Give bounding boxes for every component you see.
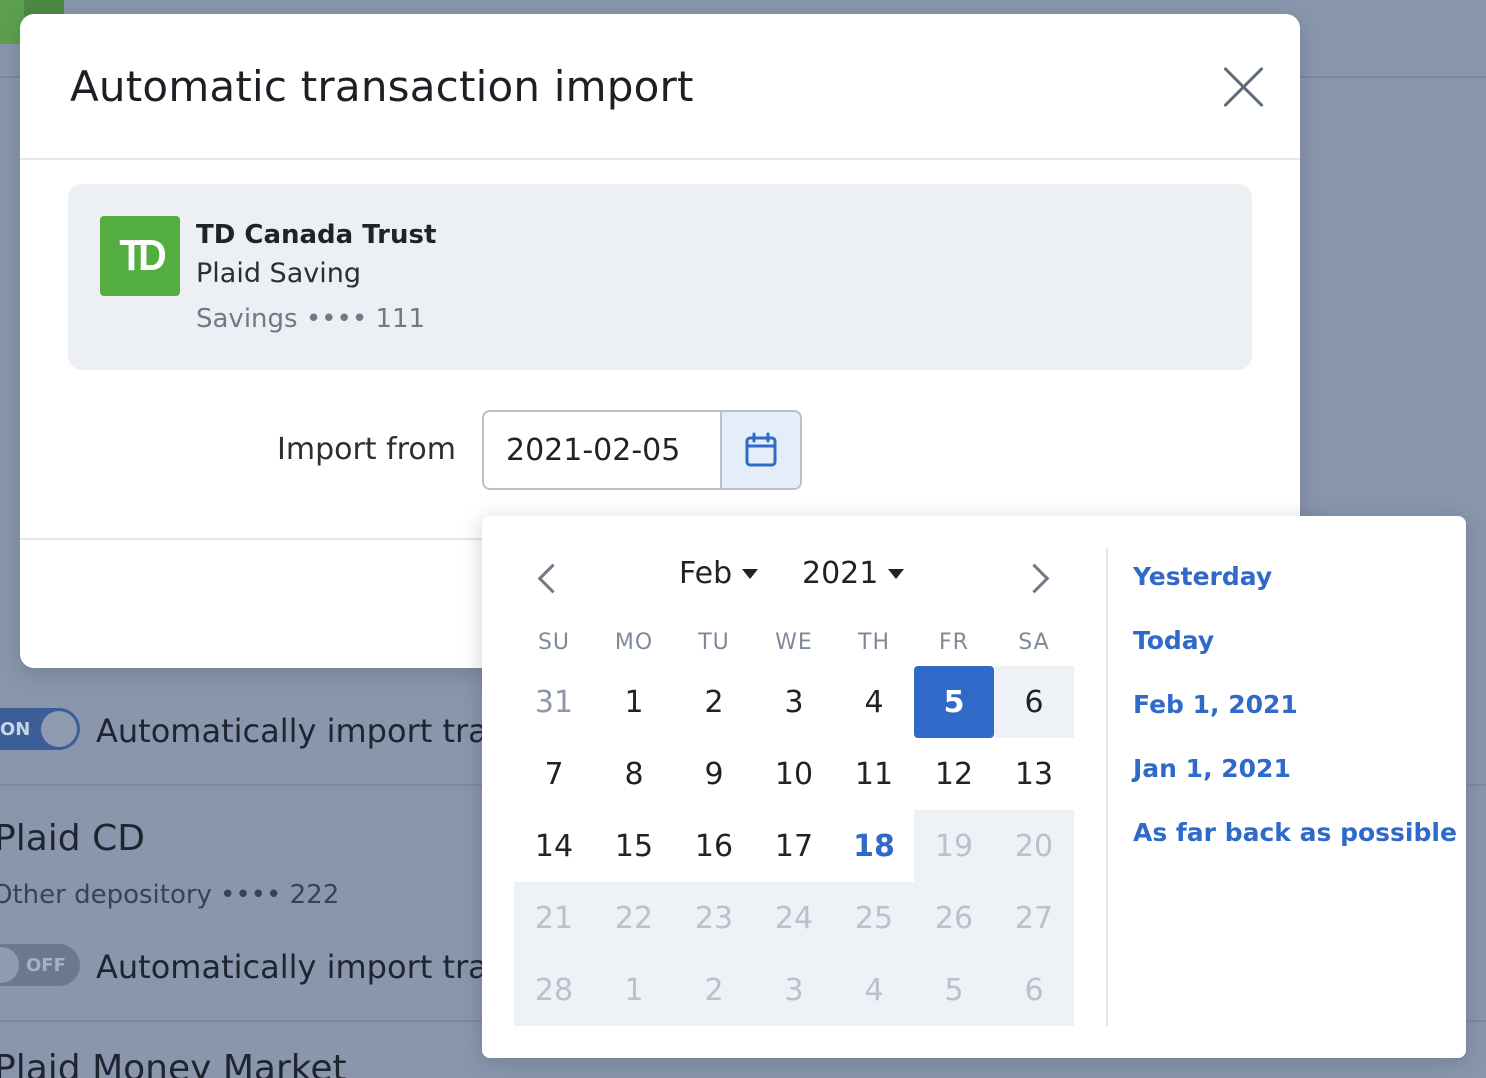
weekday-label: SU: [537, 630, 571, 655]
calendar-icon: [745, 432, 777, 467]
date-shortcuts: Yesterday Today Feb 1, 2021 Jan 1, 2021 …: [1133, 562, 1457, 882]
account-name: Plaid Saving: [196, 258, 361, 289]
close-icon[interactable]: [1222, 66, 1264, 108]
calendar-day[interactable]: 8: [594, 738, 674, 810]
calendar-week: 28 1 2 3 4 5 6: [514, 954, 1074, 1026]
calendar-grid: SU MO TU WE TH FR SA 31 1 2 3 4 5 6 7 8 …: [514, 630, 1074, 1026]
calendar-day[interactable]: 3: [754, 666, 834, 738]
bg-account-subtitle: Other depository: [0, 880, 212, 910]
caret-down-icon: [742, 568, 759, 579]
calendar-day-disabled: 23: [674, 882, 754, 954]
bg-toggle-on-label: ON: [0, 718, 31, 740]
month-select-value: Feb: [679, 556, 733, 591]
weekday-label: MO: [614, 630, 654, 655]
import-from-label: Import from: [277, 432, 456, 467]
calendar-day[interactable]: 6: [994, 666, 1074, 738]
calendar-day[interactable]: 7: [514, 738, 594, 810]
calendar-day-disabled: 26: [914, 882, 994, 954]
calendar-day[interactable]: 4: [834, 666, 914, 738]
shortcut-feb-1[interactable]: Feb 1, 2021: [1133, 690, 1457, 754]
bg-toggle-off[interactable]: OFF: [0, 944, 80, 986]
calendar-day-disabled: 24: [754, 882, 834, 954]
import-date-value[interactable]: 2021-02-05: [484, 412, 720, 488]
bg-toggle-on[interactable]: ON: [0, 708, 80, 750]
calendar-day-disabled: 28: [514, 954, 594, 1026]
calendar-button[interactable]: [720, 412, 800, 488]
bg-auto-import-text-2: Automatically import trans: [96, 948, 525, 986]
td-bank-logo: TD: [100, 216, 180, 296]
calendar-day[interactable]: 2: [674, 666, 754, 738]
calendar-week: 14 15 16 17 18 19 20: [514, 810, 1074, 882]
calendar-day-outside[interactable]: 31: [514, 666, 594, 738]
bg-toggle-off-label: OFF: [26, 954, 66, 976]
calendar-day-disabled: 27: [994, 882, 1074, 954]
calendar-day[interactable]: 15: [594, 810, 674, 882]
calendar-day-disabled: 3: [754, 954, 834, 1026]
calendar-day-disabled: 4: [834, 954, 914, 1026]
calendar-day-disabled: 25: [834, 882, 914, 954]
calendar-day-disabled: 21: [514, 882, 594, 954]
weekday-label: WE: [775, 630, 813, 655]
account-meta: Savings •••• 111: [196, 304, 426, 334]
modal-header-divider: [20, 158, 1300, 160]
chevron-right-icon[interactable]: [1020, 558, 1060, 598]
modal-title: Automatic transaction import: [70, 62, 694, 111]
account-card: TD TD Canada Trust Plaid Saving Savings …: [68, 184, 1252, 370]
calendar-week: 31 1 2 3 4 5 6: [514, 666, 1074, 738]
year-select-value: 2021: [802, 556, 879, 591]
shortcut-yesterday[interactable]: Yesterday: [1133, 562, 1457, 626]
calendar-day-disabled: 20: [994, 810, 1074, 882]
bg-auto-import-text: Automatically import trans: [96, 712, 525, 750]
calendar-day[interactable]: 9: [674, 738, 754, 810]
calendar-day-disabled: 5: [914, 954, 994, 1026]
calendar-day-disabled: 19: [914, 810, 994, 882]
calendar-day-selected[interactable]: 5: [914, 666, 994, 738]
calendar-day-today[interactable]: 18: [834, 810, 914, 882]
shortcut-today[interactable]: Today: [1133, 626, 1457, 690]
date-picker-popover: Feb 2021 SU MO TU WE TH FR SA 31 1 2 3 4…: [482, 516, 1466, 1058]
calendar-day[interactable]: 1: [594, 666, 674, 738]
caret-down-icon: [888, 568, 905, 579]
shortcut-far-back[interactable]: As far back as possible: [1133, 818, 1457, 882]
calendar-day[interactable]: 16: [674, 810, 754, 882]
shortcut-jan-1[interactable]: Jan 1, 2021: [1133, 754, 1457, 818]
calendar-week: 7 8 9 10 11 12 13: [514, 738, 1074, 810]
bank-name: TD Canada Trust: [196, 220, 437, 250]
calendar-day-disabled: 6: [994, 954, 1074, 1026]
calendar-day[interactable]: 11: [834, 738, 914, 810]
popover-divider: [1106, 548, 1108, 1026]
calendar-day[interactable]: 12: [914, 738, 994, 810]
year-select[interactable]: 2021: [802, 556, 905, 591]
month-select[interactable]: Feb: [679, 556, 759, 591]
calendar-day[interactable]: 14: [514, 810, 594, 882]
calendar-day-disabled: 22: [594, 882, 674, 954]
calendar-day-disabled: 2: [674, 954, 754, 1026]
calendar-day[interactable]: 17: [754, 810, 834, 882]
calendar-day[interactable]: 13: [994, 738, 1074, 810]
weekday-label: TU: [698, 630, 730, 655]
bg-account-mask: •••• 222: [220, 880, 340, 910]
bg-account-title-2: Plaid Money Market: [0, 1048, 347, 1078]
weekday-label: TH: [858, 630, 890, 655]
weekday-header: SU MO TU WE TH FR SA: [514, 630, 1074, 666]
weekday-label: SA: [1018, 630, 1050, 655]
weekday-label: FR: [939, 630, 969, 655]
chevron-left-icon[interactable]: [530, 558, 570, 598]
calendar-week: 21 22 23 24 25 26 27: [514, 882, 1074, 954]
import-date-field[interactable]: 2021-02-05: [482, 410, 802, 490]
calendar-day[interactable]: 10: [754, 738, 834, 810]
bg-account-title: Plaid CD: [0, 818, 145, 859]
calendar-day-disabled: 1: [594, 954, 674, 1026]
